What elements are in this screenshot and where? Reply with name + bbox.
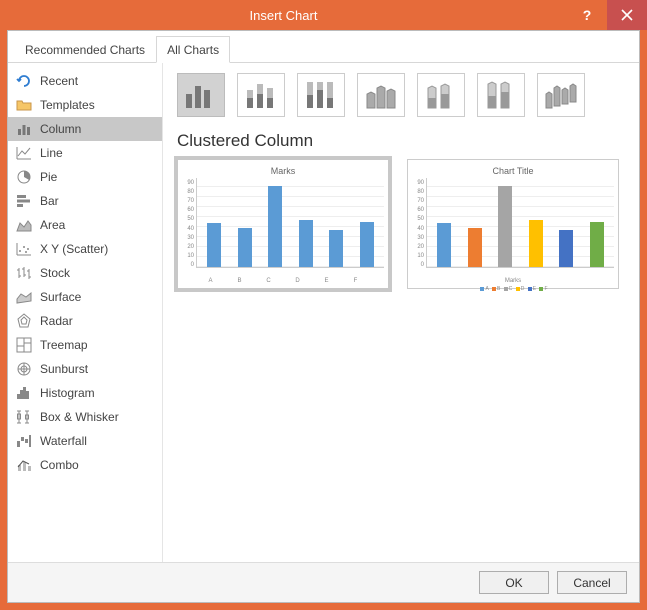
chart-previews: Marks 9080706050403020100 — [177, 159, 625, 289]
sidebar-item-templates[interactable]: Templates — [8, 93, 162, 117]
sidebar-item-xy[interactable]: X Y (Scatter) — [8, 237, 162, 261]
sidebar-item-label: Surface — [40, 290, 81, 304]
subtype-3d-column[interactable] — [537, 73, 585, 117]
stock-chart-icon — [16, 265, 32, 281]
sidebar-item-label: X Y (Scatter) — [40, 242, 108, 256]
box-whisker-chart-icon — [16, 409, 32, 425]
sidebar-item-label: Templates — [40, 98, 95, 112]
chart-preview-2-plot — [426, 178, 614, 268]
tab-recommended-charts[interactable]: Recommended Charts — [14, 36, 156, 63]
dialog-panel: Recommended Charts All Charts Recent Tem… — [7, 30, 640, 603]
sidebar-item-box[interactable]: Box & Whisker — [8, 405, 162, 429]
combo-chart-icon — [16, 457, 32, 473]
sidebar-item-label: Area — [40, 218, 65, 232]
close-icon — [621, 9, 633, 21]
sidebar-item-label: Histogram — [40, 386, 95, 400]
sidebar-item-line[interactable]: Line — [8, 141, 162, 165]
chart-preview-1-plot — [196, 178, 384, 268]
chart-preview-2-title: Chart Title — [412, 166, 614, 176]
close-button[interactable] — [607, 0, 647, 30]
pie-chart-icon — [16, 169, 32, 185]
subtype-3d-clustered-column[interactable] — [357, 73, 405, 117]
chart-preview-1-xaxis: A B C D E F — [182, 278, 384, 284]
sidebar-item-sunburst[interactable]: Sunburst — [8, 357, 162, 381]
subtype-3d-100-stacked-column[interactable] — [477, 73, 525, 117]
ok-button[interactable]: OK — [479, 571, 549, 594]
treemap-chart-icon — [16, 337, 32, 353]
sidebar-item-histogram[interactable]: Histogram — [8, 381, 162, 405]
sidebar-item-column[interactable]: Column — [8, 117, 162, 141]
title-bar: Insert Chart ? — [0, 0, 647, 30]
subtype-3d-stacked-column[interactable] — [417, 73, 465, 117]
sidebar-item-stock[interactable]: Stock — [8, 261, 162, 285]
sidebar-item-treemap[interactable]: Treemap — [8, 333, 162, 357]
chart-subtype-strip — [177, 73, 625, 117]
stacked-column-3d-icon — [423, 80, 459, 110]
sunburst-chart-icon — [16, 361, 32, 377]
subtype-stacked-column[interactable] — [237, 73, 285, 117]
clustered-column-3d-icon — [363, 80, 399, 110]
sidebar-item-label: Line — [40, 146, 63, 160]
waterfall-chart-icon — [16, 433, 32, 449]
sidebar-item-label: Radar — [40, 314, 73, 328]
column-chart-icon — [16, 121, 32, 137]
chart-preview-2[interactable]: Chart Title 9080706050403020100 — [407, 159, 619, 289]
sidebar-item-label: Bar — [40, 194, 59, 208]
dialog-body: Recent Templates Column Line Pie Bar — [8, 63, 639, 562]
radar-chart-icon — [16, 313, 32, 329]
sidebar-item-combo[interactable]: Combo — [8, 453, 162, 477]
sidebar-item-label: Recent — [40, 74, 78, 88]
sidebar-item-bar[interactable]: Bar — [8, 189, 162, 213]
column-3d-icon — [543, 80, 579, 110]
percent-stacked-column-3d-icon — [483, 80, 519, 110]
chart-preview-2-yaxis: 9080706050403020100 — [412, 178, 426, 278]
tab-all-charts[interactable]: All Charts — [156, 36, 230, 63]
chart-subtype-pane: Clustered Column Marks 90807060504030201… — [163, 63, 639, 562]
chart-preview-1-yaxis: 9080706050403020100 — [182, 178, 196, 278]
chart-type-sidebar: Recent Templates Column Line Pie Bar — [8, 63, 163, 562]
percent-stacked-column-icon — [303, 80, 339, 110]
sidebar-item-label: Pie — [40, 170, 57, 184]
sidebar-item-label: Sunburst — [40, 362, 88, 376]
surface-chart-icon — [16, 289, 32, 305]
recent-icon — [16, 73, 32, 89]
chart-subtype-title: Clustered Column — [177, 131, 625, 151]
dialog-footer: OK Cancel — [8, 562, 639, 602]
clustered-column-icon — [183, 80, 219, 110]
bar-chart-icon — [16, 193, 32, 209]
sidebar-item-label: Waterfall — [40, 434, 87, 448]
cancel-button[interactable]: Cancel — [557, 571, 627, 594]
sidebar-item-waterfall[interactable]: Waterfall — [8, 429, 162, 453]
folder-icon — [16, 97, 32, 113]
sidebar-item-recent[interactable]: Recent — [8, 69, 162, 93]
sidebar-item-label: Treemap — [40, 338, 88, 352]
sidebar-item-label: Combo — [40, 458, 79, 472]
tab-strip: Recommended Charts All Charts — [8, 31, 639, 63]
stacked-column-icon — [243, 80, 279, 110]
sidebar-item-area[interactable]: Area — [8, 213, 162, 237]
sidebar-item-radar[interactable]: Radar — [8, 309, 162, 333]
chart-preview-2-legend: A B C D E F — [412, 286, 614, 292]
scatter-chart-icon — [16, 241, 32, 257]
sidebar-item-label: Stock — [40, 266, 70, 280]
dialog-title: Insert Chart — [0, 8, 567, 23]
sidebar-item-pie[interactable]: Pie — [8, 165, 162, 189]
sidebar-item-surface[interactable]: Surface — [8, 285, 162, 309]
line-chart-icon — [16, 145, 32, 161]
histogram-chart-icon — [16, 385, 32, 401]
subtype-100-stacked-column[interactable] — [297, 73, 345, 117]
sidebar-item-label: Column — [40, 122, 81, 136]
chart-preview-2-xlabel: Marks — [412, 278, 614, 284]
sidebar-item-label: Box & Whisker — [40, 410, 119, 424]
subtype-clustered-column[interactable] — [177, 73, 225, 117]
chart-preview-1-title: Marks — [182, 166, 384, 176]
area-chart-icon — [16, 217, 32, 233]
help-button[interactable]: ? — [567, 0, 607, 30]
chart-preview-1[interactable]: Marks 9080706050403020100 — [177, 159, 389, 289]
